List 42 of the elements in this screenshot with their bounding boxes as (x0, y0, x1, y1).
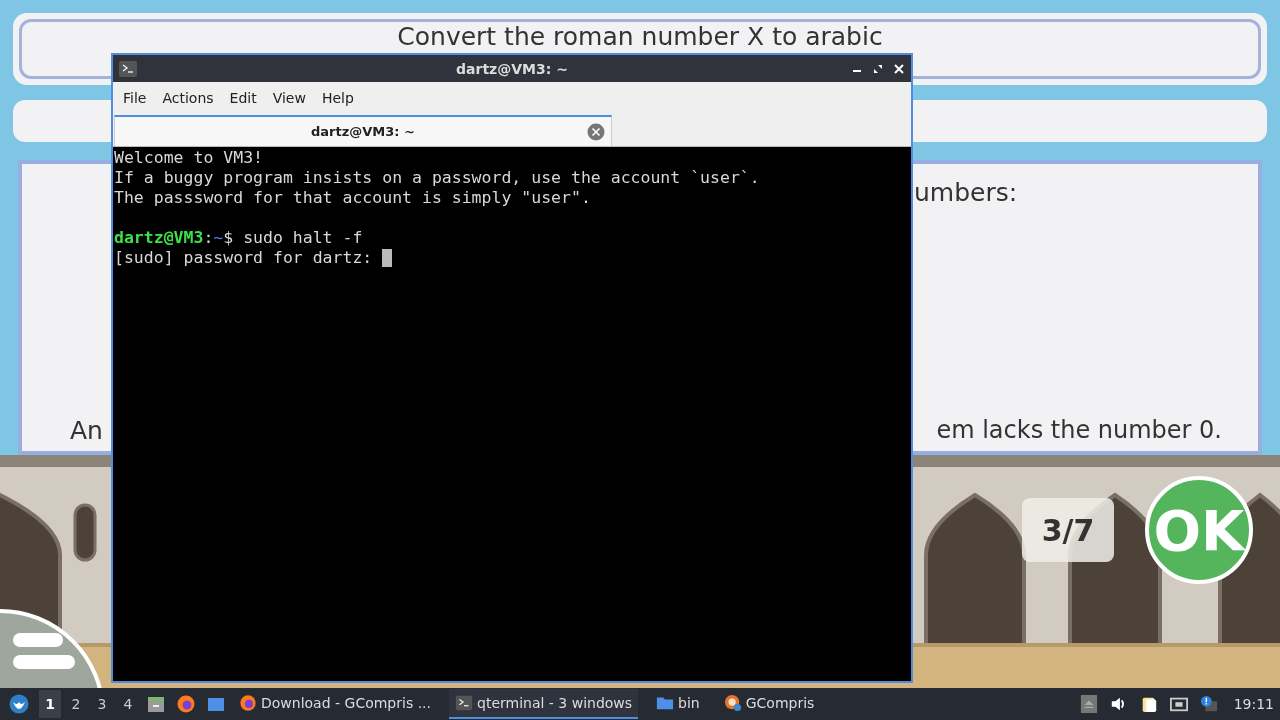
gcompris-icon (723, 694, 742, 712)
terminal-tab[interactable]: dartz@VM3: ~ (114, 115, 612, 146)
file-cabinet-icon[interactable] (146, 694, 166, 714)
task-button[interactable]: qterminal - 3 windows (449, 689, 639, 719)
info-text: An (70, 416, 103, 445)
command-text: $ sudo halt -f (223, 228, 363, 248)
task-button[interactable]: Download - GCompris ... (233, 689, 437, 719)
tab-label: dartz@VM3: ~ (311, 124, 415, 139)
terminal-icon (119, 60, 137, 77)
workspace-button[interactable]: 4 (117, 690, 139, 718)
maximize-icon[interactable] (872, 62, 884, 75)
menu-item[interactable]: Edit (223, 87, 263, 108)
workspace-button[interactable]: 3 (91, 690, 113, 718)
task-button[interactable]: bin (650, 689, 706, 719)
menu-item[interactable]: Actions (156, 87, 220, 108)
score-counter: 3/7 (1022, 498, 1114, 562)
window-title: dartz@VM3: ~ (456, 60, 568, 77)
menu-item[interactable]: Help (315, 87, 360, 108)
firefox-icon (239, 694, 257, 712)
terminal-icon (455, 694, 473, 712)
menu-item[interactable]: View (266, 87, 312, 108)
close-icon[interactable] (893, 62, 905, 75)
bird-icon[interactable] (9, 694, 29, 714)
menu-item[interactable]: File (117, 87, 153, 108)
eject-icon[interactable] (1079, 695, 1098, 713)
workspace-button[interactable]: 1 (39, 690, 61, 718)
prompt-user: dartz@VM3 (114, 228, 204, 248)
terminal-line: If a buggy program insists on a password, use the account `user`. (114, 168, 760, 188)
info-text: umbers: (914, 178, 1018, 207)
firefox-icon[interactable] (176, 694, 196, 714)
password-prompt: [sudo] password for dartz: (114, 248, 373, 268)
task-button[interactable]: GCompris (717, 689, 821, 719)
terminal-line: Welcome to VM3! (114, 148, 263, 168)
clock: 19:11 (1233, 696, 1274, 712)
instruction-text: Convert the roman number X to arabic (397, 22, 883, 52)
terminal-line: The passsword for that account is simply "user". (114, 188, 591, 208)
prompt-separator: : (203, 228, 214, 248)
prompt-path: ~ (213, 228, 224, 248)
notification-icon[interactable] (1199, 695, 1218, 713)
info-text: em lacks the number 0. (936, 416, 1222, 445)
network-icon[interactable] (1169, 695, 1188, 713)
workspace-button[interactable]: 2 (65, 690, 87, 718)
